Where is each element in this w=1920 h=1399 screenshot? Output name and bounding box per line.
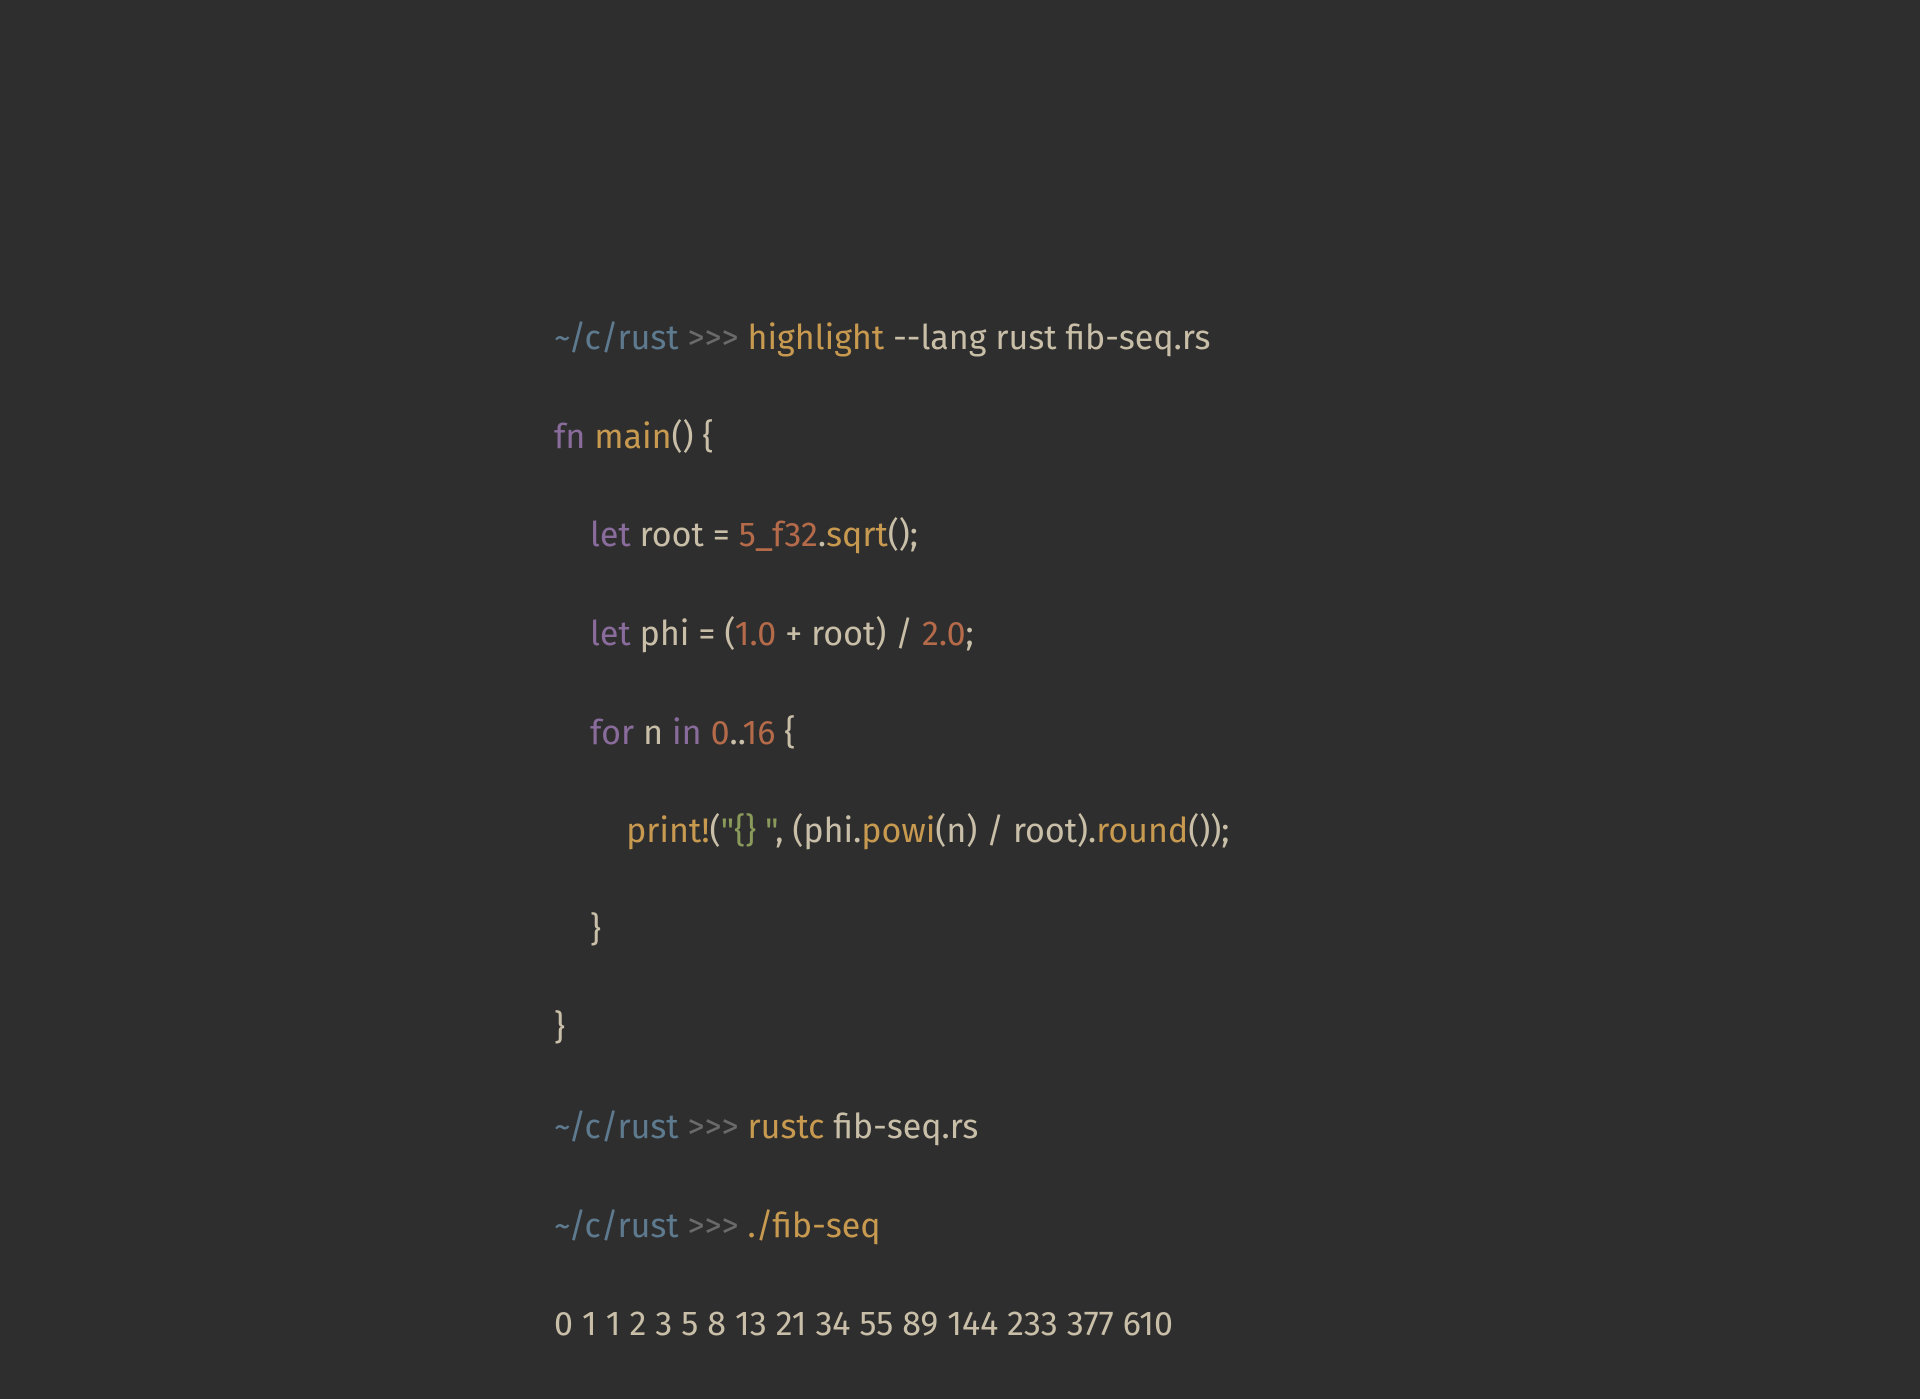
prompt-arrows: >>> <box>688 318 739 359</box>
program-output: 0 1 1 2 3 5 8 13 21 34 55 89 144 233 377… <box>554 1300 1229 1349</box>
prompt-arrows: >>> <box>688 1206 739 1247</box>
code-line-3: let phi = (1.0 + root) / 2.0; <box>554 610 1229 659</box>
kw-let: let <box>590 515 631 556</box>
kw-let: let <box>590 614 631 655</box>
kw-for: for <box>590 713 634 754</box>
prompt-line-2: ~/c/rust >>> rustc fib-seq.rs <box>554 1103 1229 1152</box>
command-args: --lang rust fib-seq.rs <box>884 318 1210 359</box>
num-literal: 16 <box>742 713 775 754</box>
prompt-path: ~/c/rust <box>554 1107 679 1148</box>
method-round: round <box>1096 811 1188 852</box>
num-literal: 0 <box>711 713 730 754</box>
command-highlight: highlight <box>748 318 885 359</box>
string-literal: "{} " <box>721 811 776 852</box>
prompt-path: ~/c/rust <box>554 318 679 359</box>
kw-fn: fn <box>554 417 585 458</box>
command-rustc: rustc <box>748 1107 825 1148</box>
num-literal: 1.0 <box>735 614 776 655</box>
prompt-line-3: ~/c/rust >>> ./fib-seq <box>554 1202 1229 1251</box>
code-line-2: let root = 5_f32.sqrt(); <box>554 511 1229 560</box>
num-literal: 5_f32 <box>739 515 818 556</box>
kw-in: in <box>672 713 702 754</box>
command-args: fib-seq.rs <box>824 1107 978 1148</box>
fn-name-main: main <box>594 417 671 458</box>
code-line-7: } <box>554 1004 1229 1053</box>
terminal-output: ~/c/rust >>> highlight --lang rust fib-s… <box>554 265 1229 1399</box>
prompt-arrows: >>> <box>688 1107 739 1148</box>
macro-print: print! <box>626 811 709 852</box>
method-sqrt: sqrt <box>826 515 888 556</box>
prompt-line-1: ~/c/rust >>> highlight --lang rust fib-s… <box>554 314 1229 363</box>
code-line-6: } <box>554 906 1229 955</box>
code-line-1: fn main() { <box>554 413 1229 462</box>
code-line-4: for n in 0..16 { <box>554 709 1229 758</box>
code-line-5: print!("{} ", (phi.powi(n) / root).round… <box>554 807 1229 856</box>
command-run-fib-seq: ./fib-seq <box>748 1206 881 1247</box>
num-literal: 2.0 <box>922 614 966 655</box>
prompt-path: ~/c/rust <box>554 1206 679 1247</box>
method-powi: powi <box>861 811 935 852</box>
